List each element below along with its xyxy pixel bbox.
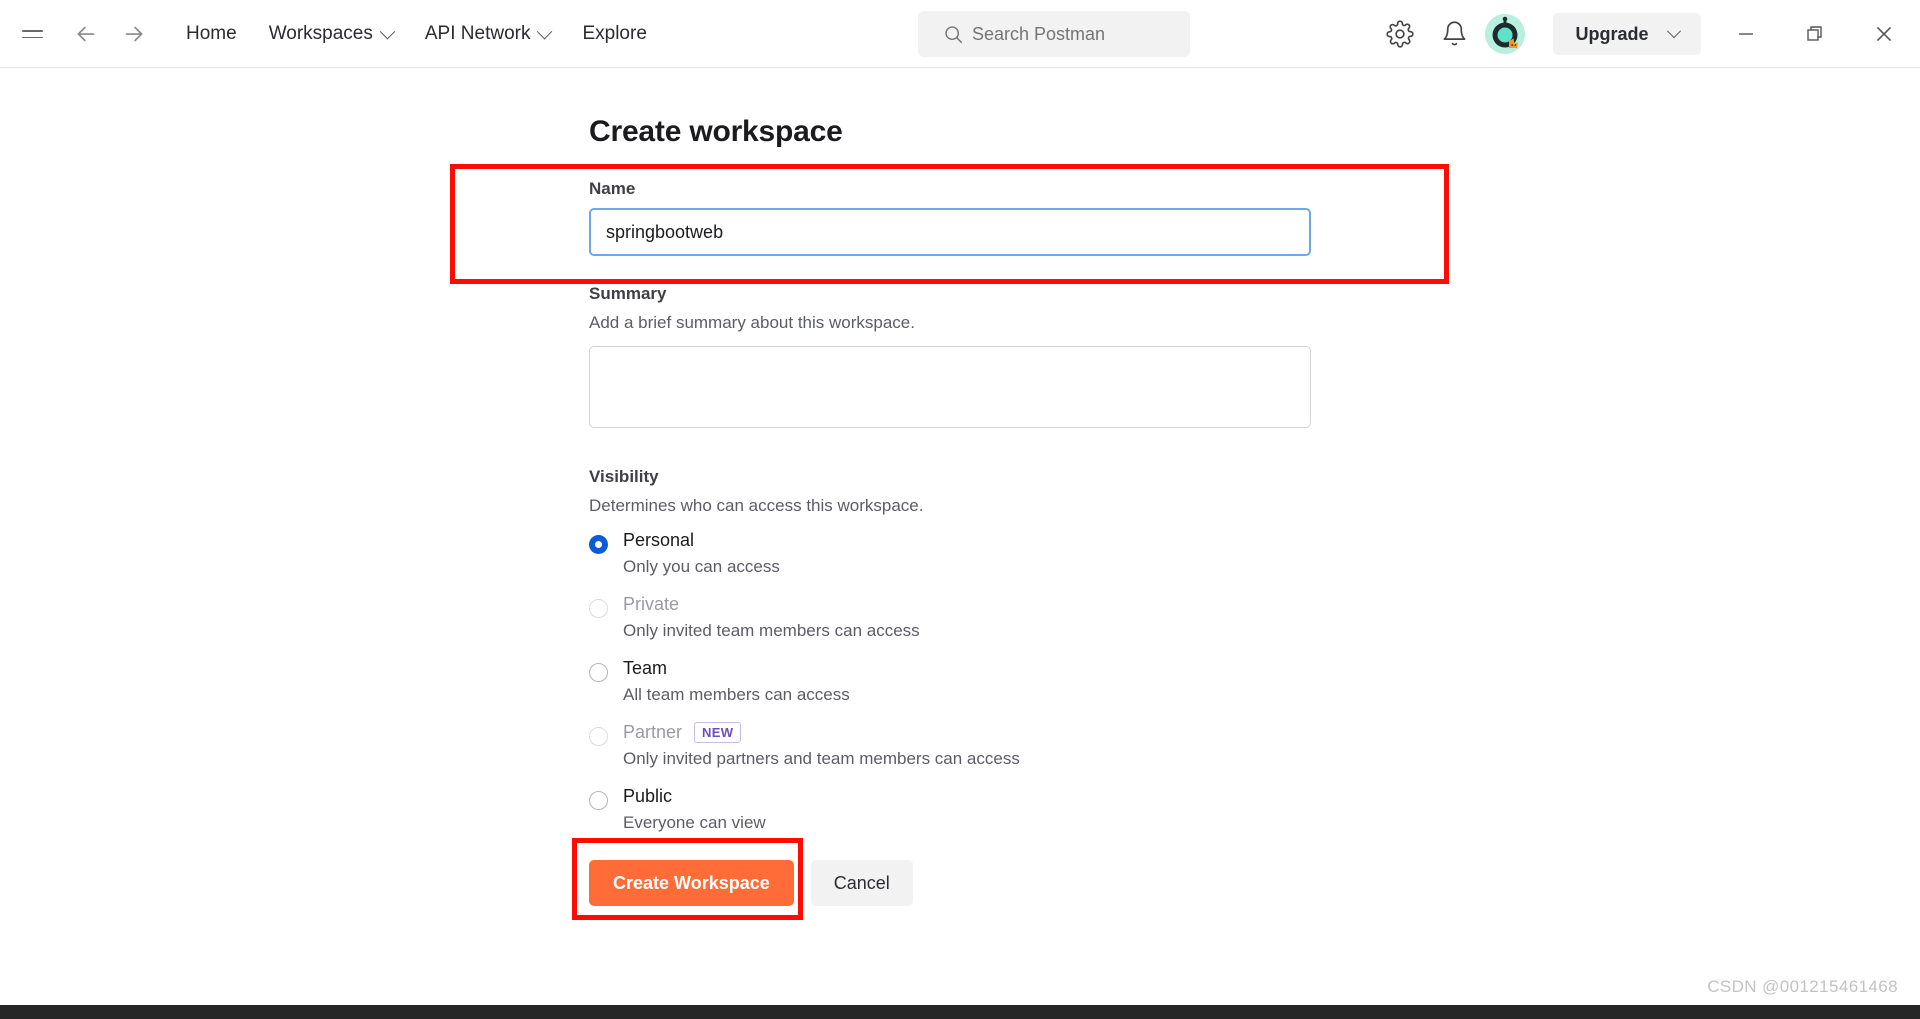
nav-item-label: Explore	[582, 23, 647, 44]
hamburger-line	[22, 29, 43, 32]
radio-icon-unchecked[interactable]	[589, 727, 608, 746]
nav-item-home[interactable]: Home	[170, 16, 253, 52]
radio-icon-unchecked[interactable]	[589, 663, 608, 682]
visibility-option-label: Public	[623, 786, 673, 806]
os-taskbar	[0, 1005, 1920, 1019]
bell-icon[interactable]	[1441, 20, 1469, 48]
create-workspace-button[interactable]: Create Workspace	[589, 860, 794, 906]
visibility-option-body: Personal Only you can access	[623, 530, 780, 590]
chevron-down-icon	[537, 23, 553, 39]
visibility-option-label: Private	[623, 594, 680, 614]
visibility-option-body: Team All team members can access	[623, 658, 850, 718]
search-icon	[943, 24, 964, 45]
form-actions: Create Workspace Cancel	[589, 860, 1319, 906]
radio-icon-unchecked[interactable]	[589, 791, 608, 810]
visibility-option-label: Partner	[623, 722, 683, 742]
chevron-down-icon	[1666, 24, 1681, 39]
visibility-option-title: Public	[623, 786, 766, 807]
summary-textarea[interactable]	[589, 346, 1311, 428]
radio-icon-unchecked[interactable]	[589, 599, 608, 618]
nav-item-explore[interactable]: Explore	[566, 16, 662, 52]
visibility-label: Visibility	[589, 467, 659, 486]
watermark: CSDN @001215461468	[1707, 977, 1898, 996]
summary-field-label: Summary	[589, 284, 667, 303]
visibility-option-label: Team	[623, 658, 668, 678]
visibility-option-private[interactable]: Private Only invited team members can ac…	[589, 594, 1319, 654]
cancel-button[interactable]: Cancel	[810, 860, 913, 906]
nav-item-label: Workspaces	[268, 23, 373, 44]
app-header: Home Workspaces API Network Explore Sear…	[0, 0, 1920, 68]
visibility-option-team[interactable]: Team All team members can access	[589, 658, 1319, 718]
postman-create-workspace-screen: Home Workspaces API Network Explore Sear…	[0, 0, 1920, 1019]
restore-icon[interactable]	[1800, 19, 1830, 49]
visibility-option-title: Team	[623, 658, 850, 679]
radio-icon-checked[interactable]	[589, 535, 608, 554]
name-field-group: Name	[589, 179, 1319, 256]
hamburger-line	[22, 36, 43, 39]
status-badge: NEW	[694, 722, 742, 743]
visibility-hint: Determines who can access this workspace…	[589, 496, 924, 515]
search-input[interactable]: Search Postman	[918, 11, 1190, 57]
visibility-option-public[interactable]: Public Everyone can view	[589, 786, 1319, 846]
visibility-option-label: Personal	[623, 530, 695, 550]
visibility-option-subtitle: Only invited team members can access	[623, 621, 920, 640]
hamburger-icon[interactable]	[22, 22, 46, 46]
close-icon[interactable]	[1869, 19, 1899, 49]
visibility-option-title: Private	[623, 594, 920, 615]
visibility-option-body: Partner NEW Only invited partners and te…	[623, 722, 1020, 782]
chevron-down-icon	[379, 23, 396, 39]
nav-item-label: Home	[186, 23, 237, 44]
upgrade-button-label: Upgrade	[1575, 23, 1649, 44]
search-placeholder: Search Postman	[972, 23, 1106, 44]
nav-item-workspaces[interactable]: Workspaces	[253, 16, 409, 52]
primary-nav: Home Workspaces API Network Explore	[170, 0, 663, 68]
visibility-option-body: Public Everyone can view	[623, 786, 766, 846]
visibility-option-personal[interactable]: Personal Only you can access	[589, 530, 1319, 590]
summary-field-hint: Add a brief summary about this workspace…	[589, 313, 915, 332]
name-field-label: Name	[589, 179, 636, 198]
summary-field-group: Summary Add a brief summary about this w…	[589, 284, 1319, 433]
visibility-option-title: Partner NEW	[623, 722, 1020, 743]
visibility-option-partner[interactable]: Partner NEW Only invited partners and te…	[589, 722, 1319, 782]
gear-icon[interactable]	[1386, 20, 1414, 48]
upgrade-button[interactable]: Upgrade	[1553, 13, 1701, 55]
nav-item-api-network[interactable]: API Network	[409, 16, 567, 52]
visibility-group: Visibility Determines who can access thi…	[589, 467, 1319, 846]
visibility-option-subtitle: Only invited partners and team members c…	[623, 749, 1020, 768]
page-title: Create workspace	[589, 115, 843, 148]
create-workspace-form: Create workspace Name Summary Add a brie…	[589, 115, 1319, 906]
visibility-option-subtitle: Everyone can view	[623, 813, 766, 832]
visibility-option-body: Private Only invited team members can ac…	[623, 594, 920, 654]
avatar[interactable]	[1485, 14, 1525, 54]
name-input[interactable]	[589, 208, 1311, 256]
nav-item-label: API Network	[424, 23, 531, 44]
minimize-icon[interactable]	[1731, 19, 1761, 49]
visibility-radio-group: Personal Only you can access Private Onl…	[589, 530, 1319, 846]
arrow-right-icon[interactable]	[120, 20, 148, 48]
visibility-option-title: Personal	[623, 530, 780, 551]
visibility-option-subtitle: Only you can access	[623, 557, 780, 576]
arrow-left-icon[interactable]	[72, 20, 100, 48]
visibility-option-subtitle: All team members can access	[623, 685, 850, 704]
